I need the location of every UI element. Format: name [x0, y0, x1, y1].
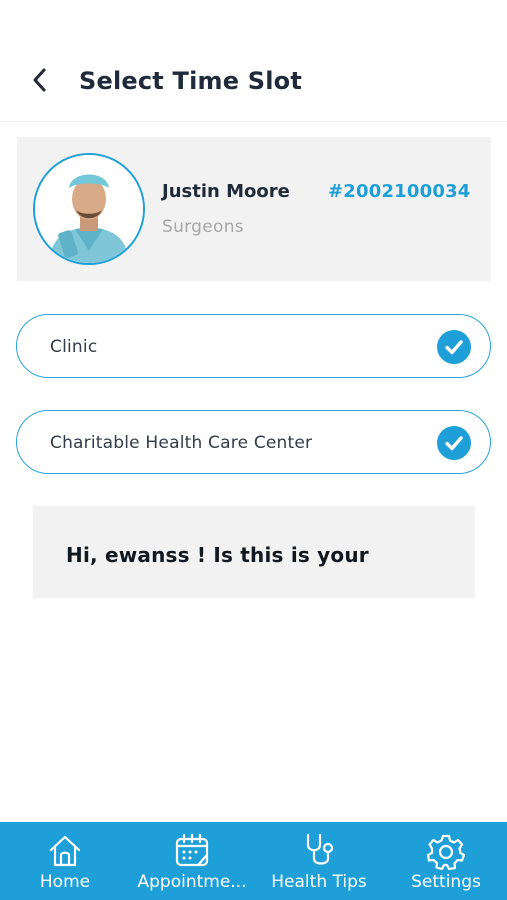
option-charitable-center[interactable]: Charitable Health Care Center — [16, 410, 491, 474]
tab-label: Settings — [411, 872, 481, 892]
check-circle-icon[interactable] — [437, 330, 471, 364]
tab-home[interactable]: Home — [24, 822, 106, 900]
page-title: Select Time Slot — [79, 67, 303, 95]
home-icon — [49, 835, 81, 867]
doctor-name: Justin Moore — [162, 181, 290, 202]
tab-label: Health Tips — [271, 872, 367, 892]
tab-label: Home — [39, 872, 91, 892]
message-text: Hi, ewanss ! Is this is your — [66, 543, 369, 567]
doctor-avatar-image — [35, 155, 143, 263]
tab-health-tips[interactable]: Health Tips — [266, 822, 372, 900]
doctor-card: Justin Moore Surgeons #2002100034 — [17, 137, 491, 281]
bottom-tab-bar: Home Appointme... Health Tips Settings — [0, 822, 507, 900]
option-clinic[interactable]: Clinic — [16, 314, 491, 378]
doctor-avatar — [33, 153, 145, 265]
option-label: Charitable Health Care Center — [50, 433, 313, 453]
doctor-specialty: Surgeons — [162, 217, 244, 237]
chevron-left-icon — [33, 68, 46, 92]
doctor-id: #2002100034 — [328, 181, 471, 202]
calendar-icon — [175, 833, 209, 867]
message-box: Hi, ewanss ! Is this is your — [33, 506, 475, 598]
stethoscope-icon — [306, 833, 334, 865]
check-circle-icon[interactable] — [437, 426, 471, 460]
app-header: Select Time Slot — [0, 0, 507, 122]
tab-appointments[interactable]: Appointme... — [126, 822, 258, 900]
tab-label: Appointme... — [137, 872, 247, 892]
back-button[interactable] — [26, 62, 56, 98]
option-label: Clinic — [50, 337, 98, 357]
tab-settings[interactable]: Settings — [404, 822, 488, 900]
gear-icon — [427, 834, 465, 870]
